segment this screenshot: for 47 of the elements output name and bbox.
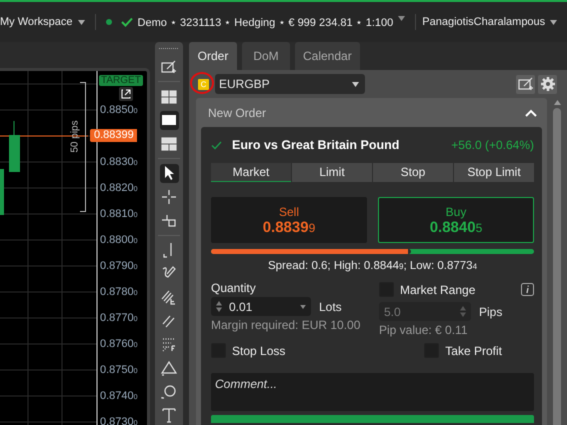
- popout-icon[interactable]: [119, 87, 133, 101]
- info-icon[interactable]: [521, 283, 534, 296]
- pip-value: Pip value: € 0.11: [379, 323, 469, 337]
- scroll-up-arrow-icon[interactable]: [554, 100, 560, 105]
- stop-loss-label: Stop Loss: [232, 344, 286, 358]
- spinner-arrows-icon[interactable]: [216, 301, 222, 312]
- pips-label: Pips: [479, 304, 502, 318]
- dropdown-caret-icon[interactable]: [300, 304, 306, 308]
- drag-handle-icon[interactable]: [159, 47, 179, 50]
- order-type-tab[interactable]: Limit: [292, 163, 372, 182]
- pointer-icon[interactable]: [160, 164, 178, 183]
- margin-required: Margin required: EUR 10.00: [211, 318, 362, 332]
- settings-icon[interactable]: [538, 74, 557, 94]
- quantity-label: Quantity: [211, 281, 257, 295]
- lots-label: Lots: [319, 300, 342, 314]
- scrollbar[interactable]: [552, 98, 562, 425]
- collapse-chevron-icon[interactable]: [525, 108, 537, 116]
- panel-tab[interactable]: Order: [189, 42, 237, 70]
- comment-field[interactable]: Comment...: [211, 373, 534, 411]
- new-order-header[interactable]: New Order: [201, 98, 542, 127]
- quantity-field[interactable]: 0.01: [211, 297, 311, 316]
- order-type-tab[interactable]: Market: [211, 163, 291, 182]
- split-layout-icon[interactable]: [160, 134, 178, 154]
- price-change: +56.0 (+0.64%): [451, 138, 534, 152]
- current-price-label: 0.88399: [90, 129, 137, 142]
- target-label: TARGET: [99, 75, 143, 86]
- dropdown-caret-icon[interactable]: [78, 20, 85, 24]
- instrument-name: Euro vs Great Britain Pound: [232, 138, 400, 152]
- range-label: 50 pips: [70, 120, 81, 153]
- panel-tab[interactable]: DoM: [242, 42, 290, 70]
- user-menu[interactable]: PanagiotisCharalampous: [422, 16, 546, 28]
- dropdown-caret-icon: [352, 82, 359, 86]
- market-range-label: Market Range: [400, 282, 476, 296]
- crosshair-icon[interactable]: [160, 188, 178, 206]
- account-selector[interactable]: Demo ⋆ 3231113 ⋆ Hedging ⋆ € 999 234.81 ⋆ 1:100: [138, 16, 394, 28]
- symbol-dropdown[interactable]: EURGBP: [215, 74, 365, 94]
- checkmark-icon: [120, 17, 133, 27]
- panel-tab[interactable]: Calendar: [295, 42, 360, 70]
- take-profit-label: Take Profit: [445, 344, 502, 358]
- single-layout-icon[interactable]: [160, 110, 178, 130]
- dropdown-caret-icon[interactable]: [398, 16, 406, 20]
- chart-edit-icon[interactable]: [516, 74, 535, 94]
- order-type-tab[interactable]: Stop Limit: [454, 163, 534, 182]
- checkmark-icon: [211, 140, 222, 150]
- workspace-menu[interactable]: My Workspace: [0, 16, 73, 28]
- dropdown-caret-icon[interactable]: [550, 20, 558, 24]
- order-type-tab[interactable]: Stop: [373, 163, 453, 182]
